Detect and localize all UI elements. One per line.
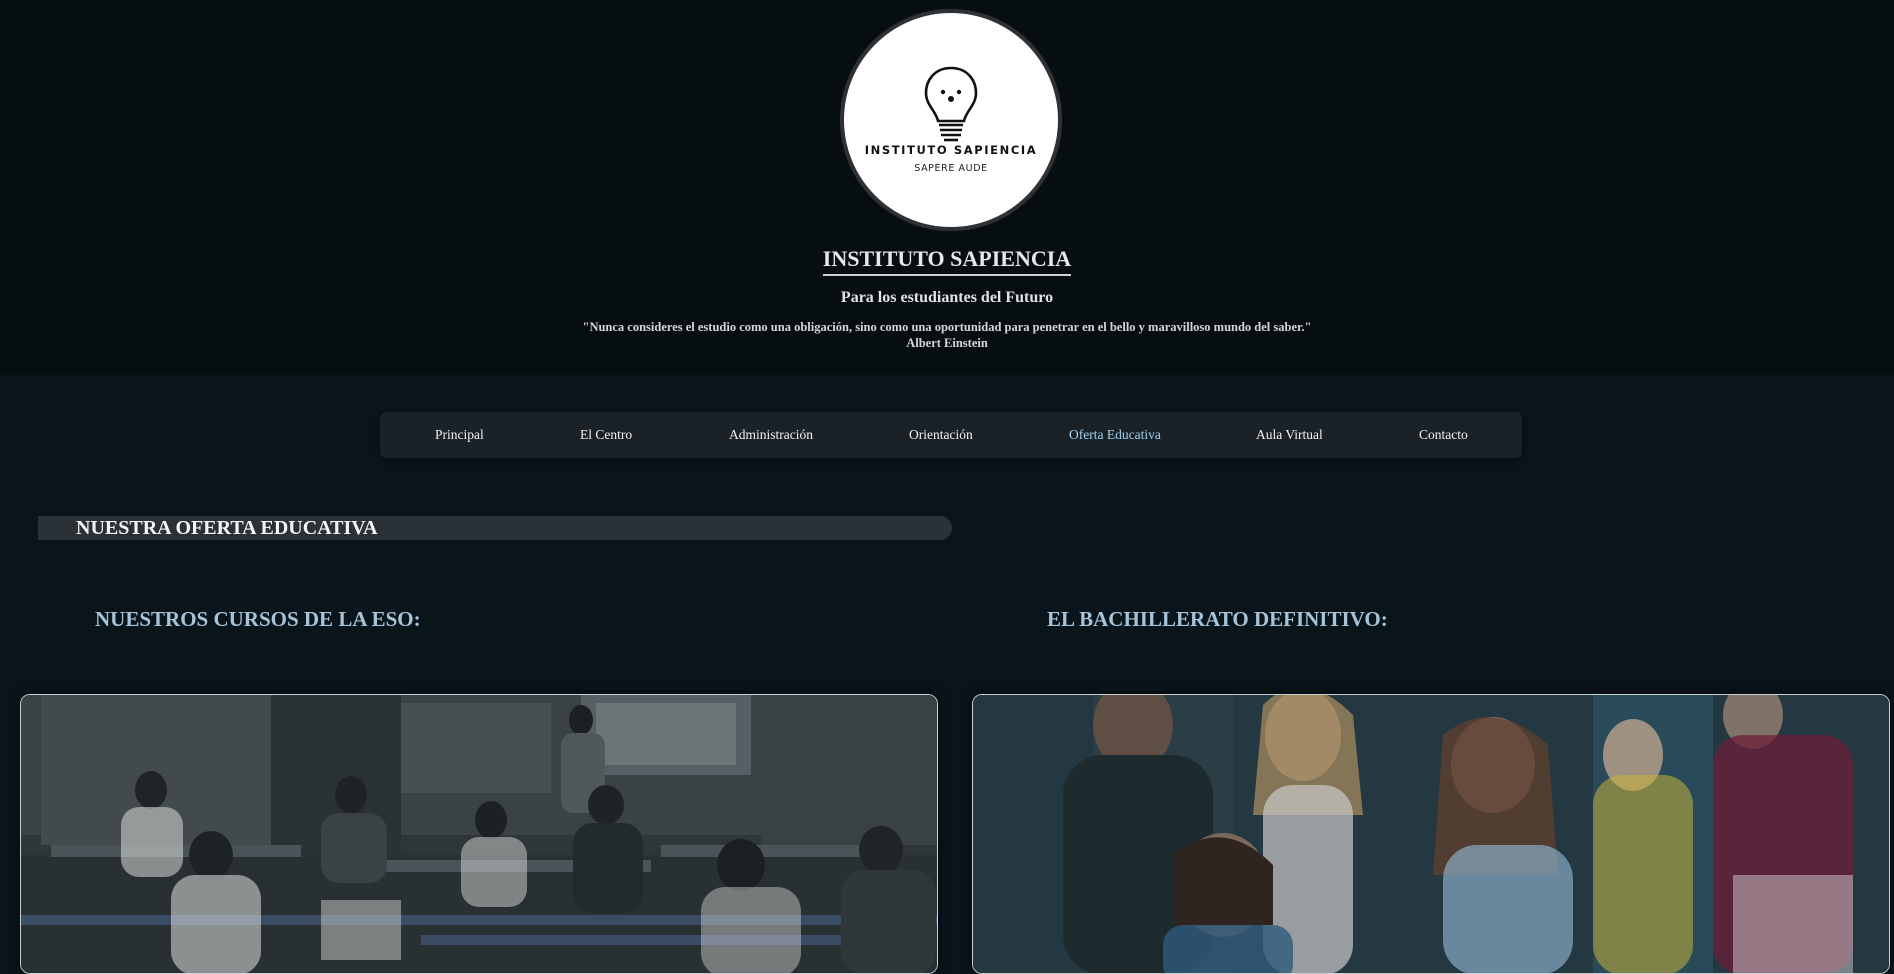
nav-item-oferta-educativa[interactable]: Oferta Educativa: [1069, 427, 1161, 443]
site-header: INSTITUTO SAPIENCIA SAPERE AUDE INSTITUT…: [0, 0, 1894, 375]
nav-item-principal[interactable]: Principal: [435, 427, 484, 443]
nav-item-aula-virtual[interactable]: Aula Virtual: [1256, 427, 1323, 443]
bachillerato-card-image[interactable]: [972, 694, 1890, 974]
main-navigation: Principal El Centro Administración Orien…: [380, 412, 1522, 458]
site-quote: "Nunca consideres el estudio como una ob…: [582, 320, 1312, 334]
logo-name: INSTITUTO SAPIENCIA: [864, 143, 1038, 157]
eso-card-image[interactable]: [20, 694, 938, 974]
school-logo[interactable]: INSTITUTO SAPIENCIA SAPERE AUDE: [840, 9, 1062, 231]
nav-item-orientacion[interactable]: Orientación: [909, 427, 973, 443]
nav-item-administracion[interactable]: Administración: [729, 427, 813, 443]
lightbulb-icon: [924, 66, 978, 142]
classroom-photo: [21, 695, 937, 973]
bachillerato-heading: EL BACHILLERATO DEFINITIVO:: [1047, 607, 1388, 631]
nav-item-el-centro[interactable]: El Centro: [580, 427, 632, 443]
site-quote-author: Albert Einstein: [906, 336, 988, 350]
logo-motto: SAPERE AUDE: [914, 163, 988, 174]
eso-heading: NUESTROS CURSOS DE LA ESO:: [95, 607, 421, 631]
site-subtitle: Para los estudiantes del Futuro: [840, 289, 1054, 306]
site-title-text[interactable]: INSTITUTO SAPIENCIA: [822, 246, 1072, 276]
site-title: INSTITUTO SAPIENCIA: [0, 246, 1894, 276]
section-title-bar: NUESTRA OFERTA EDUCATIVA: [38, 516, 952, 540]
section-title: NUESTRA OFERTA EDUCATIVA: [76, 517, 378, 539]
celebrating-students-photo: [973, 695, 1889, 973]
nav-item-contacto[interactable]: Contacto: [1419, 427, 1468, 443]
